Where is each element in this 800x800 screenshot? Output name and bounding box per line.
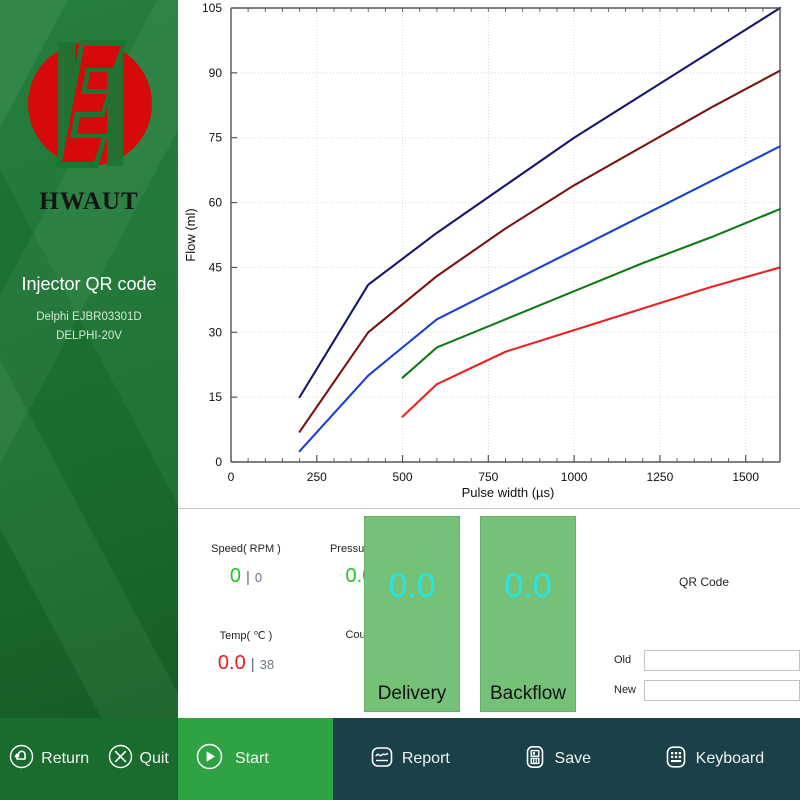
x-axis-label: Pulse width (µs)	[462, 485, 555, 500]
start-button[interactable]: Start	[196, 743, 269, 775]
x-tick-label: 1250	[647, 470, 674, 484]
y-tick-label: 75	[209, 131, 223, 145]
qr-new-label: New	[614, 684, 637, 696]
x-tick-label: 250	[307, 470, 327, 484]
delivery-label: Delivery	[377, 683, 447, 704]
y-tick-label: 45	[209, 260, 223, 274]
bottom-toolbar: Return Quit Start Report Save Keyboard	[0, 718, 800, 800]
keyboard-button[interactable]: Keyboard	[663, 744, 765, 775]
y-tick-label: 60	[209, 196, 223, 210]
injector-model: Delphi EJBR03301D	[36, 311, 142, 323]
metric-temp-setpoint: 38	[259, 657, 275, 672]
quit-button[interactable]: Quit	[108, 744, 169, 774]
metric-speed: Speed( RPM ) 0 | 0	[186, 543, 306, 586]
hwaut-circle-logo-icon	[28, 34, 152, 174]
flow-chart-panel: 0 15 30 45 60 75 90 105 0 250 500 750 1000 1250 1500 F…	[178, 0, 800, 508]
y-tick-label: 0	[215, 455, 222, 469]
backflow-value: 0.0	[504, 567, 552, 605]
qr-code-section: QR Code Old New	[608, 509, 800, 719]
page-title: Injector QR code	[21, 274, 157, 294]
return-label: Return	[41, 750, 90, 767]
backflow-result-box[interactable]: 0.0 Backflow	[480, 516, 576, 712]
metric-speed-values: 0 | 0	[186, 566, 306, 586]
injector-variant: DELPHI-20V	[56, 330, 122, 342]
flow-vs-pulse-width-chart: 0 15 30 45 60 75 90 105 0 250 500 750 1000 1250 1500 F…	[178, 0, 800, 508]
qr-code-title: QR Code	[678, 575, 730, 589]
metric-separator: |	[250, 656, 255, 673]
injector-test-app: HWAUT Injector QR code Delphi EJBR03301D…	[0, 0, 800, 800]
report-label: Report	[401, 750, 450, 767]
x-tick-label: 0	[228, 470, 235, 484]
readout-panel: Speed( RPM ) 0|0 Pressure( MPa ) 0.0|0 T…	[178, 508, 800, 718]
report-chart-icon	[369, 744, 395, 775]
y-tick-label: 90	[209, 66, 223, 80]
delivery-result-box[interactable]: 0.0 Delivery	[364, 516, 460, 712]
metric-temp-value: 0.0	[217, 652, 246, 674]
qr-new-input[interactable]	[644, 679, 800, 701]
y-tick-label: 15	[209, 390, 223, 404]
toolbar-start-segment[interactable]: Start	[178, 718, 333, 800]
save-label: Save	[554, 750, 591, 767]
metric-speed-value: 0	[229, 565, 241, 587]
y-tick-label: 105	[202, 1, 222, 15]
x-tick-label: 1500	[732, 470, 759, 484]
backflow-label: Backflow	[489, 683, 567, 704]
play-icon	[196, 743, 223, 775]
qr-new-row: New	[614, 679, 800, 701]
metric-separator: |	[245, 569, 250, 586]
x-tick-label: 500	[393, 470, 413, 484]
save-button[interactable]: Save	[522, 744, 591, 775]
start-label: Start	[235, 750, 269, 767]
y-tick-label: 30	[209, 325, 223, 339]
metric-temp-label: Temp( ℃ )	[219, 630, 273, 642]
keyboard-icon	[663, 744, 689, 775]
toolbar-left-segment: Return Quit	[0, 718, 178, 800]
x-tick-label: 750	[478, 470, 498, 484]
qr-old-input[interactable]	[644, 649, 800, 671]
x-tick-label: 1000	[561, 470, 588, 484]
metric-speed-setpoint: 0	[254, 570, 263, 585]
close-x-icon	[108, 744, 133, 774]
metric-temp: Temp( ℃ ) 0.0 | 38	[186, 629, 306, 673]
quit-label: Quit	[139, 750, 169, 767]
qr-old-label: Old	[614, 654, 632, 666]
return-arrow-icon	[9, 744, 34, 774]
report-button[interactable]: Report	[369, 744, 450, 775]
metric-speed-label: Speed( RPM )	[211, 543, 281, 555]
brand-sidebar: HWAUT Injector QR code Delphi EJBR03301D…	[0, 0, 178, 718]
metric-temp-values: 0.0 | 38	[186, 653, 306, 673]
brand-name: HWAUT	[39, 188, 139, 215]
qr-old-row: Old	[614, 649, 800, 671]
delivery-value: 0.0	[388, 567, 436, 605]
y-axis-label: Flow (ml)	[183, 208, 198, 261]
toolbar-right-segment: Report Save Keyboard	[333, 718, 800, 800]
return-button[interactable]: Return	[9, 744, 89, 774]
save-floppy-icon	[522, 744, 548, 775]
keyboard-label: Keyboard	[695, 750, 765, 767]
